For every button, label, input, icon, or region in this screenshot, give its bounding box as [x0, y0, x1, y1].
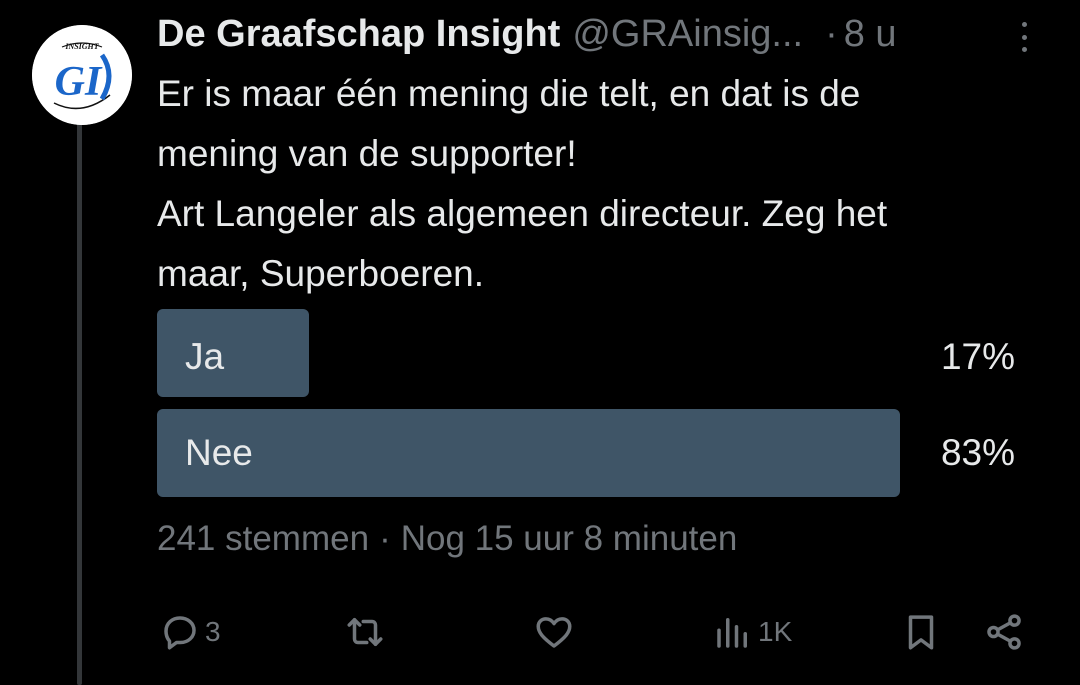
tweet-text-line: Er is maar één mening die telt, en dat i… [157, 73, 861, 114]
action-bar: 3 1K [157, 608, 1037, 656]
tweet-text-line: Art Langeler als algemeen directeur. Zeg… [157, 193, 888, 234]
poll-option-ja: Ja 17% [157, 309, 1017, 397]
poll-option-label: Nee [185, 432, 253, 473]
poll-option-percent: 17% [940, 336, 1015, 377]
retweet-icon [347, 618, 383, 646]
thread-line [77, 120, 82, 685]
poll-option-label: Ja [185, 336, 225, 377]
avatar[interactable]: INSIGHT GI [32, 25, 132, 125]
poll-meta-separator: · [379, 519, 391, 558]
tweet-text-line: maar, Superboeren. [157, 253, 485, 294]
views-icon [717, 618, 747, 648]
share-icon [987, 614, 1021, 650]
reply-count: 3 [205, 616, 221, 647]
time-separator: · [825, 12, 838, 55]
poll-option-percent: 83% [940, 432, 1015, 473]
bookmark-button[interactable] [900, 608, 942, 656]
avatar-text: GI [55, 59, 103, 105]
views-count: 1K [758, 616, 793, 647]
reply-button[interactable]: 3 [159, 608, 221, 656]
views-button[interactable]: 1K [712, 608, 792, 656]
poll-option-nee: Nee 83% [157, 409, 1017, 497]
retweet-button[interactable] [344, 608, 390, 656]
like-button[interactable] [533, 608, 579, 656]
gi-logo-icon: INSIGHT GI [32, 25, 132, 125]
poll-meta: 241 stemmen · Nog 15 uur 8 minuten [157, 519, 737, 559]
poll-votes: 241 stemmen [157, 519, 370, 558]
tweet-header: De Graafschap Insight @GRAinsig... · 8 u [157, 10, 1057, 58]
heart-icon [536, 617, 572, 648]
more-options-icon[interactable] [1014, 22, 1034, 52]
author-display-name[interactable]: De Graafschap Insight [157, 13, 560, 56]
tweet: INSIGHT GI De Graafschap Insight @GRAins… [0, 0, 1080, 685]
bookmark-icon [908, 615, 934, 650]
tweet-text: Er is maar één mening die telt, en dat i… [157, 64, 1057, 304]
poll-result-bar [157, 409, 900, 497]
author-handle[interactable]: @GRAinsig... [572, 13, 803, 56]
reply-icon [164, 616, 196, 650]
share-button[interactable] [983, 608, 1025, 656]
avatar-caption: INSIGHT [64, 42, 99, 51]
poll-result-bar [157, 309, 309, 397]
poll-time-remaining: Nog 15 uur 8 minuten [400, 519, 738, 558]
tweet-time[interactable]: 8 u [844, 13, 897, 56]
tweet-text-line: mening van de supporter! [157, 133, 577, 174]
poll: Ja 17% Nee 83% [157, 309, 1017, 509]
